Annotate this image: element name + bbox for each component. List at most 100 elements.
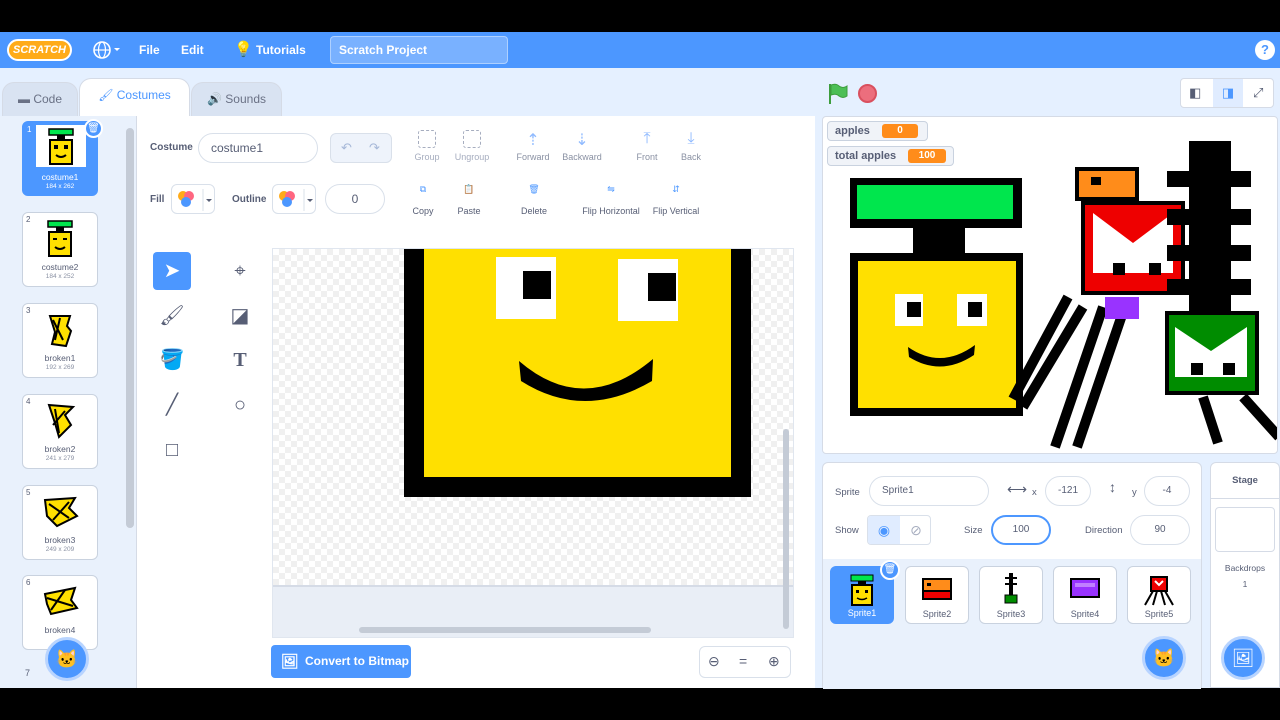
text-tool[interactable]: T: [221, 341, 259, 379]
sprite-thumbnail: [1004, 573, 1018, 604]
sprite-tile[interactable]: Sprite2: [905, 566, 969, 624]
costume-list-scrollbar[interactable]: [124, 116, 136, 688]
visibility-toggle: ◉ ⊘: [867, 515, 931, 545]
fill-color-picker[interactable]: [171, 184, 215, 214]
choose-costume-button[interactable]: 🐱: [45, 637, 89, 681]
costume-dims: 249 x 209: [45, 546, 75, 553]
zoom-out-icon[interactable]: ⊖: [708, 653, 720, 670]
normal-stage-icon[interactable]: ◨: [1213, 79, 1243, 107]
delete-costume-icon[interactable]: 🗑: [84, 119, 103, 138]
eye-icon[interactable]: ◉: [868, 516, 900, 544]
costume-name: costume1: [41, 172, 79, 182]
costume-item[interactable]: 3 broken1 192 x 269: [22, 303, 98, 378]
tab-costumes[interactable]: 🖌 Costumes: [79, 78, 190, 118]
sprite-tile[interactable]: Sprite5: [1127, 566, 1191, 624]
costume-number: 1: [27, 125, 32, 134]
tab-code[interactable]: ▬ Code: [2, 82, 78, 116]
costume-name-input[interactable]: costume1: [198, 133, 318, 163]
costume-item[interactable]: 5 broken3 249 x 209: [22, 485, 98, 560]
costume-number: 7: [25, 668, 31, 678]
choose-backdrop-button[interactable]: 🖼: [1221, 636, 1265, 680]
front-label: Front: [636, 152, 658, 162]
convert-to-bitmap-button[interactable]: 🖼 Convert to Bitmap: [271, 645, 411, 678]
x-input[interactable]: -121: [1045, 476, 1091, 506]
green-flag-icon[interactable]: [828, 83, 848, 105]
stop-icon[interactable]: [858, 84, 877, 103]
cat-plus-icon: 🐱: [1152, 648, 1176, 668]
zoom-reset-button[interactable]: =: [739, 653, 747, 669]
group-button[interactable]: Group: [409, 130, 445, 162]
back-icon: ⤓: [687, 130, 695, 147]
outline-color-picker[interactable]: [272, 184, 316, 214]
zoom-in-icon[interactable]: ⊕: [768, 653, 780, 670]
sprite-tile[interactable]: Sprite1 🗑: [830, 560, 900, 624]
tutorials-menu[interactable]: 💡 Tutorials: [234, 32, 306, 68]
front-button[interactable]: ⤒ Front: [629, 130, 665, 162]
line-tool[interactable]: ╱: [153, 386, 191, 424]
text-icon: T: [233, 349, 247, 371]
edit-menu[interactable]: Edit: [181, 32, 204, 68]
brush-icon: 🖌: [98, 88, 114, 102]
tab-sounds[interactable]: 🔊 Sounds: [191, 82, 282, 116]
redo-icon[interactable]: ↷: [369, 140, 380, 156]
brush-tool[interactable]: 🖌: [153, 297, 191, 335]
delete-button[interactable]: 🗑 Delete: [516, 184, 552, 216]
forward-button[interactable]: ⇡ Forward: [513, 130, 553, 162]
sprite-tile[interactable]: Sprite4: [1053, 566, 1117, 624]
eraser-icon: ◪: [230, 305, 250, 327]
sprite-tile[interactable]: Sprite3: [979, 566, 1043, 624]
vertical-scrollbar[interactable]: [783, 429, 789, 629]
backdrop-plus-icon: 🖼: [1231, 648, 1255, 668]
language-menu[interactable]: [92, 32, 122, 68]
tab-costumes-label: Costumes: [116, 88, 171, 102]
scratch-logo[interactable]: SCRATCH: [7, 39, 72, 61]
paste-button[interactable]: 📋 Paste: [451, 184, 487, 216]
select-tool[interactable]: ➤: [153, 252, 191, 290]
reshape-tool[interactable]: ⌖: [221, 252, 259, 290]
sprite-thumbnail: [850, 574, 874, 606]
costume-thumbnail: [36, 125, 86, 167]
paint-canvas[interactable]: [272, 248, 794, 638]
x-label: x: [1032, 487, 1037, 498]
stage[interactable]: apples 0 total apples 100: [822, 116, 1278, 454]
project-title-input[interactable]: Scratch Project: [330, 36, 508, 64]
file-menu[interactable]: File: [139, 32, 160, 68]
show-label: Show: [835, 525, 859, 536]
outline-width-input[interactable]: 0: [325, 184, 385, 214]
rectangle-tool[interactable]: □: [153, 431, 191, 469]
stage-sprites: [850, 141, 1277, 449]
backdrop-thumbnail: [1215, 507, 1275, 552]
forward-icon: ⇡: [526, 132, 540, 149]
undo-icon[interactable]: ↶: [341, 140, 352, 156]
choose-sprite-button[interactable]: 🐱: [1142, 636, 1186, 680]
scrollbar-thumb[interactable]: [126, 128, 134, 528]
eraser-tool[interactable]: ◪: [221, 297, 259, 335]
backward-button[interactable]: ⇣ Backward: [559, 130, 605, 162]
circle-tool[interactable]: ○: [221, 386, 259, 424]
globe-icon: [93, 41, 120, 59]
costume-item[interactable]: 4 broken2 241 x 279: [22, 394, 98, 469]
small-stage-icon[interactable]: ◧: [1189, 85, 1201, 101]
horizontal-scrollbar[interactable]: [359, 627, 651, 633]
backward-label: Backward: [562, 152, 602, 162]
fill-tool[interactable]: 🪣: [153, 341, 191, 379]
direction-input[interactable]: 90: [1130, 515, 1190, 545]
costume-item[interactable]: 2 costume2 184 x 252: [22, 212, 98, 287]
copy-button[interactable]: ⧉ Copy: [405, 184, 441, 216]
flip-vertical-button[interactable]: ⇵ Flip Vertical: [649, 184, 703, 216]
y-input[interactable]: -4: [1144, 476, 1190, 506]
help-icon[interactable]: ?: [1255, 40, 1275, 60]
size-input[interactable]: 100: [991, 515, 1051, 545]
ungroup-button[interactable]: Ungroup: [451, 130, 493, 162]
direction-label: Direction: [1085, 525, 1123, 536]
back-button[interactable]: ⤓ Back: [673, 130, 709, 162]
costume-item[interactable]: 1 🗑 costume1 184 x 262: [22, 119, 103, 196]
sprite-name-label: Sprite: [835, 487, 860, 498]
fullscreen-icon[interactable]: ⤢: [1253, 85, 1263, 101]
stage-panel-title: Stage: [1211, 463, 1279, 499]
sprite-name-input[interactable]: Sprite1: [869, 476, 989, 506]
sprite-label: Sprite1: [847, 608, 877, 618]
flip-horizontal-button[interactable]: ⇋ Flip Horizontal: [577, 184, 645, 216]
delete-sprite-icon[interactable]: 🗑: [880, 560, 900, 580]
eye-hidden-icon[interactable]: ⊘: [900, 516, 930, 544]
